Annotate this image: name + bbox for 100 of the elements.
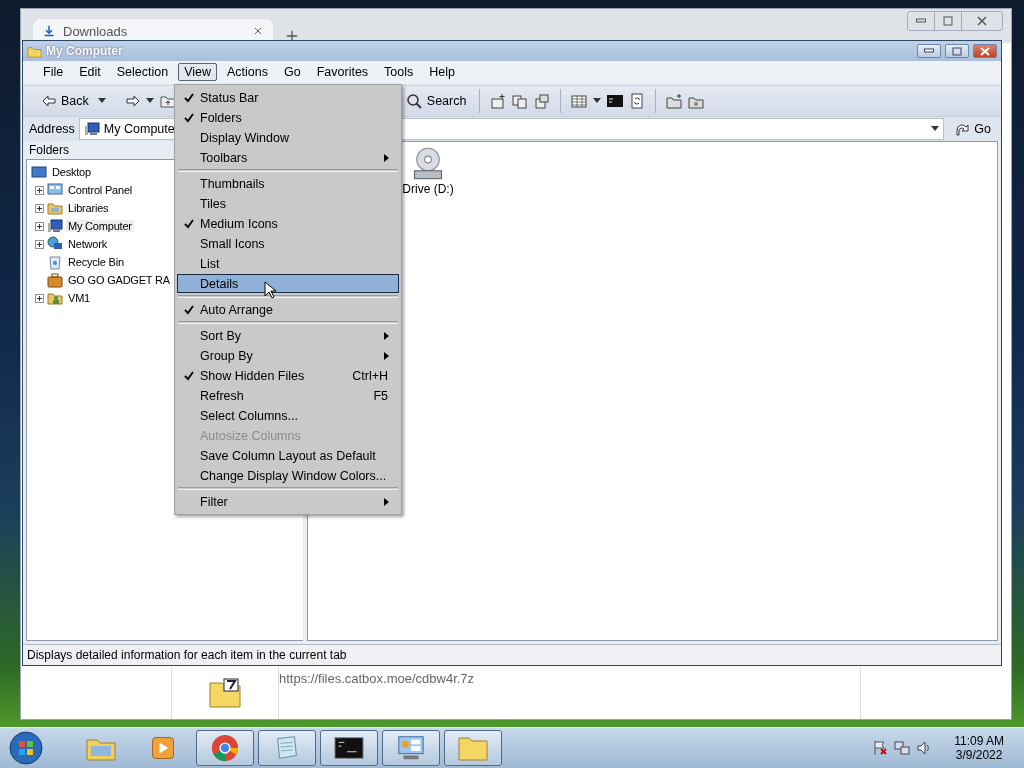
windows-orb-icon — [9, 731, 43, 765]
expand-box[interactable] — [35, 293, 44, 303]
arrow-icon — [954, 121, 971, 137]
tree-item[interactable]: Libraries — [66, 202, 111, 214]
close-icon — [980, 46, 990, 56]
menu-item[interactable]: Group By — [177, 346, 399, 365]
file-name[interactable]: Drive (D:) — [402, 182, 454, 196]
maximize-button[interactable] — [945, 44, 969, 58]
expand-box[interactable] — [35, 221, 44, 231]
menu-item[interactable]: Selection — [110, 63, 175, 81]
chrome-icon — [210, 733, 240, 763]
right-arrow-icon — [125, 95, 140, 107]
menu-item[interactable]: Thumbnails — [177, 174, 399, 193]
menu-item[interactable]: Status Bar — [177, 88, 399, 107]
folder-icon — [457, 734, 489, 762]
briefcase-icon — [47, 272, 63, 288]
network-icon — [47, 236, 63, 252]
menu-item[interactable]: Go — [278, 63, 307, 81]
menu-item[interactable]: Medium Icons — [177, 214, 399, 233]
menu-item[interactable]: Tools — [378, 63, 420, 81]
window-title: My Computer — [46, 44, 124, 58]
new-folder-icon — [666, 93, 683, 109]
plus-icon — [36, 186, 43, 194]
menu-item[interactable]: Show Hidden Files Ctrl+H — [177, 366, 399, 385]
desktop-icon — [31, 164, 47, 180]
search-button[interactable]: Search — [402, 91, 470, 111]
network-icon — [894, 740, 911, 756]
start-button[interactable] — [6, 729, 46, 767]
taskbar-button[interactable] — [320, 730, 378, 766]
menu-item[interactable]: List — [177, 254, 399, 273]
computer-icon — [83, 121, 100, 137]
close-icon — [977, 16, 987, 26]
restore-icon — [943, 16, 953, 26]
close-button[interactable] — [973, 44, 997, 58]
menu-item[interactable]: File — [37, 63, 70, 81]
dropdown-caret-icon — [931, 126, 940, 132]
menu-item[interactable]: Tiles — [177, 194, 399, 213]
up-folder-icon — [159, 93, 176, 109]
grid-view-icon — [571, 93, 588, 109]
tree-item[interactable]: Control Panel — [66, 184, 135, 196]
tree-item[interactable]: GO GO GADGET RA — [66, 274, 172, 286]
caret-icon — [593, 98, 602, 104]
menu-item[interactable]: Select Columns... — [177, 406, 399, 425]
expand-box[interactable] — [35, 239, 44, 249]
plus-icon — [36, 204, 43, 212]
menu-item[interactable]: Save Column Layout as Default — [177, 446, 399, 465]
status-text: Displays detailed information for each item in the current tab — [27, 648, 347, 662]
menu-item[interactable]: Edit — [73, 63, 107, 81]
download-url[interactable]: https://files.catbox.moe/cdbw4r.7z — [279, 667, 475, 719]
control-panel-icon — [47, 182, 63, 198]
computer-icon — [47, 218, 63, 234]
caret-icon — [145, 98, 154, 104]
menu-item[interactable]: Small Icons — [177, 234, 399, 253]
recycle-bin-icon — [47, 254, 63, 270]
tree-item[interactable]: My Computer — [66, 220, 134, 232]
menu-item[interactable]: Auto Arrange — [177, 300, 399, 319]
menu-item[interactable]: Change Display Window Colors... — [177, 466, 399, 485]
new-tab-icon — [285, 29, 299, 43]
browser-tab[interactable]: Downloads — [33, 19, 273, 43]
menu-item[interactable]: Help — [423, 63, 461, 81]
menu-item[interactable]: Filter — [177, 492, 399, 511]
console-icon — [334, 736, 364, 760]
plus-icon — [36, 294, 43, 302]
plus-icon — [36, 222, 43, 230]
refresh-icon — [629, 93, 646, 109]
move-icon — [534, 93, 551, 109]
minimize-icon — [916, 18, 926, 24]
restore-icon — [952, 46, 962, 56]
expand-box[interactable] — [35, 185, 44, 195]
menu-item[interactable]: Sort By — [177, 326, 399, 345]
address-label: Address — [29, 122, 75, 136]
menu-item[interactable]: Details — [177, 274, 399, 293]
library-folder-icon — [47, 200, 63, 216]
flag-icon — [872, 740, 889, 756]
caret-icon — [97, 98, 106, 104]
menu-item[interactable]: Toolbars — [177, 148, 399, 167]
tree-item[interactable]: Desktop — [50, 166, 93, 178]
tree-item[interactable]: Network — [66, 238, 109, 250]
tree-item[interactable]: Recycle Bin — [66, 256, 126, 268]
media-player-icon — [149, 734, 177, 762]
minimize-icon — [924, 48, 934, 54]
tree-item[interactable]: VM1 — [66, 292, 93, 304]
left-arrow-icon — [42, 95, 56, 107]
new-item-icon — [490, 93, 507, 109]
plus-icon — [36, 240, 43, 248]
menu-item[interactable]: Favorites — [310, 63, 375, 81]
pane-title: Folders — [29, 143, 69, 157]
clock-time: 11:09 AM — [954, 734, 1004, 748]
console-icon — [607, 95, 624, 107]
menu-item[interactable]: Actions — [221, 63, 274, 81]
minimize-button[interactable] — [917, 44, 941, 58]
expand-box[interactable] — [35, 203, 44, 213]
menu-item[interactable]: Refresh F5 — [177, 386, 399, 405]
copy-icon — [512, 93, 529, 109]
go-button[interactable]: Go — [948, 120, 997, 138]
menu-item[interactable]: View — [178, 63, 217, 81]
user-folder-icon — [47, 290, 63, 306]
archive-file-icon — [208, 677, 242, 709]
back-button[interactable]: Back — [39, 92, 92, 110]
clock-date: 3/9/2022 — [955, 748, 1003, 762]
